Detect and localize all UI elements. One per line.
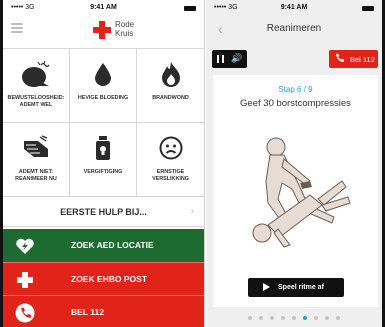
chevron-right-icon: › <box>190 206 194 217</box>
phone-icon <box>15 303 35 323</box>
red-cross-logo-icon <box>93 21 111 39</box>
red-cross-icon <box>15 270 35 290</box>
page-indicator <box>206 316 382 320</box>
tile-label: BRANDWOND <box>152 95 189 101</box>
status-bar: ••••• 3G 9:41 AM <box>206 0 382 16</box>
flame-icon <box>137 59 204 89</box>
unconscious-head-icon <box>3 59 69 89</box>
tile-bewusteloosheid[interactable]: BEWUSTELOOSHEID: ADEMT WEL <box>3 49 70 123</box>
tile-label: VERGIFTIGING <box>83 169 123 175</box>
tile-label: ERNSTIGE VERSLIKKING <box>152 169 189 182</box>
app-header: Rode Kruis <box>3 16 204 46</box>
speel-ritme-label: Speel ritme af <box>278 284 324 291</box>
status-bar: ••••• 3G 9:41 AM <box>3 0 204 16</box>
page-dot[interactable] <box>281 316 285 320</box>
page-dot[interactable] <box>292 316 296 320</box>
tile-label: HEVIGE BLOEDING <box>77 95 129 101</box>
speaker-icon[interactable]: 🔊 <box>231 53 242 64</box>
tile-vergiftiging[interactable]: VERGIFTIGING <box>70 123 137 197</box>
zoek-ehbo-label: ZOEK EHBO POST <box>71 274 148 284</box>
battery-icon <box>184 6 196 11</box>
cpr-screen: ••••• 3G 9:41 AM ‹ Reanimeren 🔊 Bel 112 … <box>206 0 385 327</box>
step-counter: Stap 6 / 9 <box>278 85 313 94</box>
tile-verslikking[interactable]: ERNSTIGE VERSLIKKING <box>137 123 204 197</box>
tile-reanimeer[interactable]: ADEMT NIET: REANIMEER NU <box>3 123 70 197</box>
logo-text: Rode Kruis <box>115 20 134 38</box>
heart-bolt-icon <box>15 236 35 256</box>
nav-header: ‹ Reanimeren <box>206 16 382 44</box>
tile-label: ADEMT NIET: REANIMEER NU <box>15 169 57 182</box>
bel-112-button[interactable]: Bel 112 <box>329 50 378 68</box>
logo-line-2: Kruis <box>115 29 134 38</box>
instruction-text: Geef 30 borstcompressies <box>240 98 351 109</box>
bel-112-button[interactable]: BEL 112 <box>3 295 204 327</box>
audio-controls: 🔊 <box>212 50 247 68</box>
tile-label: BEWUSTELOOSHEID: ADEMT WEL <box>7 95 65 108</box>
clock-label: 9:41 AM <box>90 4 117 11</box>
eerste-hulp-bij-row[interactable]: EERSTE HULP BIJ... › <box>3 199 204 227</box>
page-dot[interactable] <box>314 316 318 320</box>
blood-drop-icon <box>70 59 136 89</box>
speel-ritme-button[interactable]: Speel ritme af <box>248 278 344 297</box>
zoek-aed-button[interactable]: ZOEK AED LOCATIE <box>3 229 204 262</box>
battery-icon <box>362 6 374 11</box>
page-dot[interactable] <box>259 316 263 320</box>
choking-face-icon <box>137 133 204 163</box>
tile-brandwond[interactable]: BRANDWOND <box>137 49 204 123</box>
pause-icon[interactable] <box>217 55 224 63</box>
rode-kruis-logo: Rode Kruis <box>93 18 153 42</box>
category-grid: BEWUSTELOOSHEID: ADEMT WEL HEVIGE BLOEDI… <box>3 48 204 197</box>
play-icon <box>263 283 270 291</box>
poison-bottle-icon <box>70 133 136 163</box>
eerste-hulp-label: EERSTE HULP BIJ... <box>60 207 147 217</box>
instruction-card: Stap 6 / 9 Geef 30 borstcompressies Spee… <box>213 75 378 307</box>
page-dot[interactable] <box>270 316 274 320</box>
zoek-ehbo-button[interactable]: ZOEK EHBO POST <box>3 262 204 295</box>
page-dot[interactable] <box>336 316 340 320</box>
phone-icon <box>335 53 345 63</box>
bel-112-label: Bel 112 <box>350 55 375 64</box>
menu-icon[interactable] <box>11 23 23 33</box>
cpr-hands-icon <box>3 133 69 163</box>
page-dot[interactable] <box>303 316 307 320</box>
page-dot[interactable] <box>248 316 252 320</box>
cpr-illustration <box>238 125 358 255</box>
home-screen: ••••• 3G 9:41 AM Rode Kruis BEWUSTELOOSH… <box>0 0 205 327</box>
page-dot[interactable] <box>325 316 329 320</box>
logo-line-1: Rode <box>115 20 135 29</box>
clock-label: 9:41 AM <box>280 4 308 11</box>
page-title: Reanimeren <box>266 23 322 34</box>
zoek-aed-label: ZOEK AED LOCATIE <box>71 240 154 250</box>
bel-112-label: BEL 112 <box>71 307 104 317</box>
tile-hevige-bloeding[interactable]: HEVIGE BLOEDING <box>70 49 137 123</box>
